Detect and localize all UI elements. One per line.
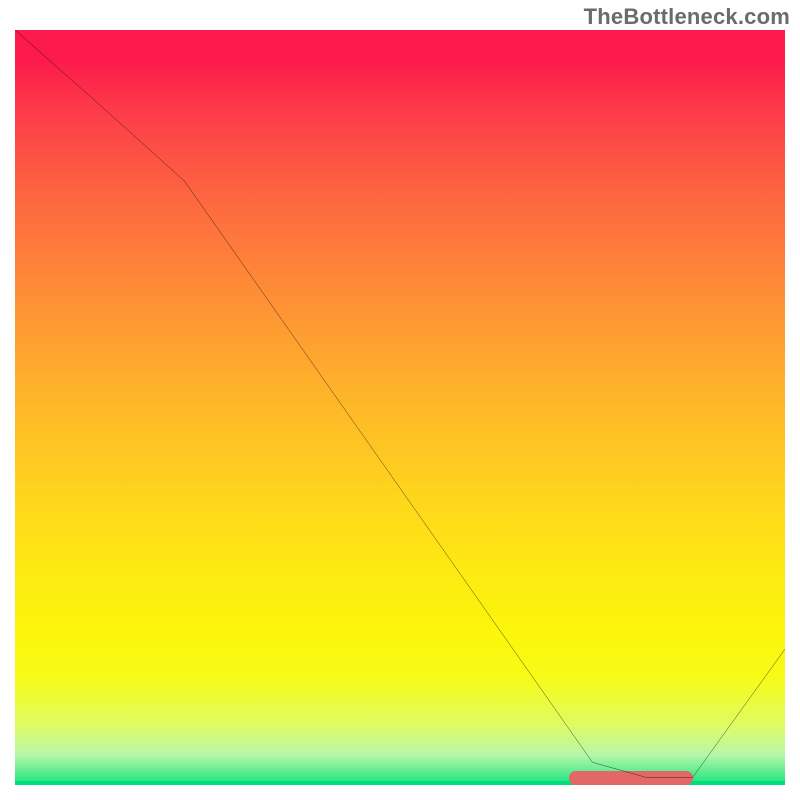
chart-container: TheBottleneck.com <box>0 0 800 800</box>
watermark-text: TheBottleneck.com <box>584 4 790 30</box>
chart-line <box>15 30 785 785</box>
